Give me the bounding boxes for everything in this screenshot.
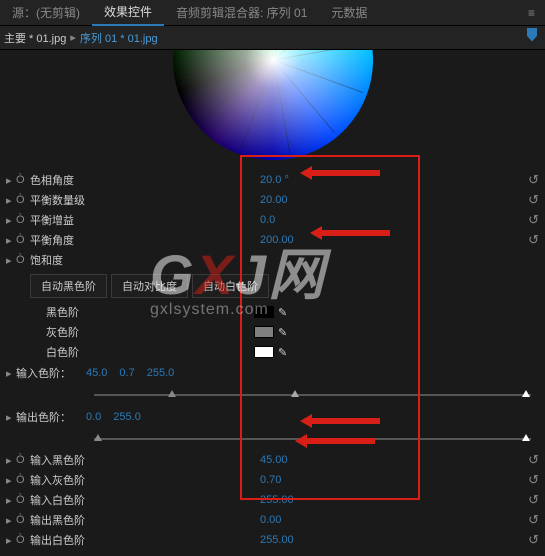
expand-icon[interactable]: ▸ bbox=[6, 534, 16, 547]
input-level-black[interactable]: 45.0 bbox=[86, 367, 107, 379]
panel-menu-icon[interactable]: ≡ bbox=[518, 6, 545, 20]
chevron-icon: ▸ bbox=[70, 31, 76, 44]
stopwatch-icon[interactable]: Ò bbox=[16, 474, 30, 486]
tab-bar: 源：(无剪辑) 效果控件 音频剪辑混合器: 序列 01 元数据 ≡ bbox=[0, 0, 545, 26]
input-black-label: 输入黑色阶 bbox=[30, 452, 260, 468]
stopwatch-icon[interactable]: Ò bbox=[16, 454, 30, 466]
output-level-high[interactable]: 255.0 bbox=[113, 411, 141, 423]
reset-icon[interactable]: ↺ bbox=[528, 232, 539, 248]
stopwatch-icon[interactable]: Ò bbox=[16, 234, 30, 246]
eyedropper-icon[interactable]: ✎ bbox=[278, 326, 287, 339]
reset-icon[interactable]: ↺ bbox=[528, 452, 539, 468]
stopwatch-icon[interactable]: Ò bbox=[16, 174, 30, 186]
tab-effect-controls[interactable]: 效果控件 bbox=[92, 0, 164, 26]
tab-audio-mixer[interactable]: 音频剪辑混合器: 序列 01 bbox=[164, 0, 319, 25]
auto-black-button[interactable]: 自动黑色阶 bbox=[30, 274, 107, 298]
stopwatch-icon[interactable]: Ò bbox=[16, 494, 30, 506]
reset-icon[interactable]: ↺ bbox=[528, 532, 539, 548]
input-gray-value[interactable]: 0.70 bbox=[260, 474, 340, 486]
input-white-value[interactable]: 255.00 bbox=[260, 494, 340, 506]
swatch-white[interactable] bbox=[254, 346, 274, 358]
timeline-playhead[interactable] bbox=[485, 26, 545, 50]
output-white-value[interactable]: 255.00 bbox=[260, 534, 340, 546]
input-gray-label: 输入灰色阶 bbox=[30, 472, 260, 488]
input-levels-label: 输入色阶： bbox=[16, 365, 86, 381]
eyedropper-icon[interactable]: ✎ bbox=[278, 306, 287, 319]
eyedropper-icon[interactable]: ✎ bbox=[278, 346, 287, 359]
reset-icon[interactable]: ↺ bbox=[528, 192, 539, 208]
swatch-black-label: 黑色阶 bbox=[46, 304, 254, 320]
output-level-low[interactable]: 0.0 bbox=[86, 411, 101, 423]
param-saturation-label: 饱和度 bbox=[30, 252, 260, 268]
reset-icon[interactable]: ↺ bbox=[528, 212, 539, 228]
param-hue-angle-value[interactable]: 20.0 ° bbox=[260, 174, 340, 186]
expand-icon[interactable]: ▸ bbox=[6, 494, 16, 507]
expand-icon[interactable]: ▸ bbox=[6, 174, 16, 187]
expand-icon[interactable]: ▸ bbox=[6, 194, 16, 207]
stopwatch-icon[interactable]: Ò bbox=[16, 214, 30, 226]
breadcrumb-path[interactable]: 序列 01 * 01.jpg bbox=[80, 30, 158, 46]
swatch-gray-label: 灰色阶 bbox=[46, 324, 254, 340]
tab-metadata[interactable]: 元数据 bbox=[319, 0, 379, 25]
expand-icon[interactable]: ▸ bbox=[6, 411, 16, 424]
reset-icon[interactable]: ↺ bbox=[528, 472, 539, 488]
expand-icon[interactable]: ▸ bbox=[6, 514, 16, 527]
tab-source[interactable]: 源：(无剪辑) bbox=[0, 0, 92, 25]
output-black-value[interactable]: 0.00 bbox=[260, 514, 340, 526]
param-hue-angle-label: 色相角度 bbox=[30, 172, 260, 188]
expand-icon[interactable]: ▸ bbox=[6, 454, 16, 467]
expand-icon[interactable]: ▸ bbox=[6, 214, 16, 227]
output-black-label: 输出黑色阶 bbox=[30, 512, 260, 528]
swatch-black[interactable] bbox=[254, 306, 274, 318]
output-levels-slider[interactable] bbox=[94, 438, 531, 440]
expand-icon[interactable]: ▸ bbox=[6, 367, 16, 380]
expand-icon[interactable]: ▸ bbox=[6, 474, 16, 487]
param-balance-angle-value[interactable]: 200.00 bbox=[260, 234, 340, 246]
reset-icon[interactable]: ↺ bbox=[528, 512, 539, 528]
auto-white-button[interactable]: 自动白色阶 bbox=[192, 274, 269, 298]
input-white-label: 输入白色阶 bbox=[30, 492, 260, 508]
stopwatch-icon[interactable]: Ò bbox=[16, 254, 30, 266]
output-white-label: 输出白色阶 bbox=[30, 532, 260, 548]
swatch-gray[interactable] bbox=[254, 326, 274, 338]
stopwatch-icon[interactable]: Ò bbox=[16, 534, 30, 546]
input-level-gamma[interactable]: 0.7 bbox=[119, 367, 134, 379]
input-black-value[interactable]: 45.00 bbox=[260, 454, 340, 466]
swatch-white-label: 白色阶 bbox=[46, 344, 254, 360]
input-levels-slider[interactable] bbox=[94, 394, 531, 396]
breadcrumb-main: 主要 * 01.jpg bbox=[4, 30, 66, 46]
param-balance-angle-label: 平衡角度 bbox=[30, 232, 260, 248]
expand-icon[interactable]: ▸ bbox=[6, 234, 16, 247]
param-balance-gain-label: 平衡增益 bbox=[30, 212, 260, 228]
expand-icon[interactable]: ▸ bbox=[6, 254, 16, 267]
stopwatch-icon[interactable]: Ò bbox=[16, 194, 30, 206]
param-balance-mag-label: 平衡数量级 bbox=[30, 192, 260, 208]
color-wheel[interactable] bbox=[6, 50, 539, 170]
breadcrumb: 主要 * 01.jpg ▸ 序列 01 * 01.jpg bbox=[0, 26, 545, 50]
param-balance-mag-value[interactable]: 20.00 bbox=[260, 194, 340, 206]
reset-icon[interactable]: ↺ bbox=[528, 492, 539, 508]
reset-icon[interactable]: ↺ bbox=[528, 172, 539, 188]
output-levels-label: 输出色阶： bbox=[16, 409, 86, 425]
input-level-white[interactable]: 255.0 bbox=[147, 367, 175, 379]
stopwatch-icon[interactable]: Ò bbox=[16, 514, 30, 526]
param-balance-gain-value[interactable]: 0.0 bbox=[260, 214, 340, 226]
auto-contrast-button[interactable]: 自动对比度 bbox=[111, 274, 188, 298]
